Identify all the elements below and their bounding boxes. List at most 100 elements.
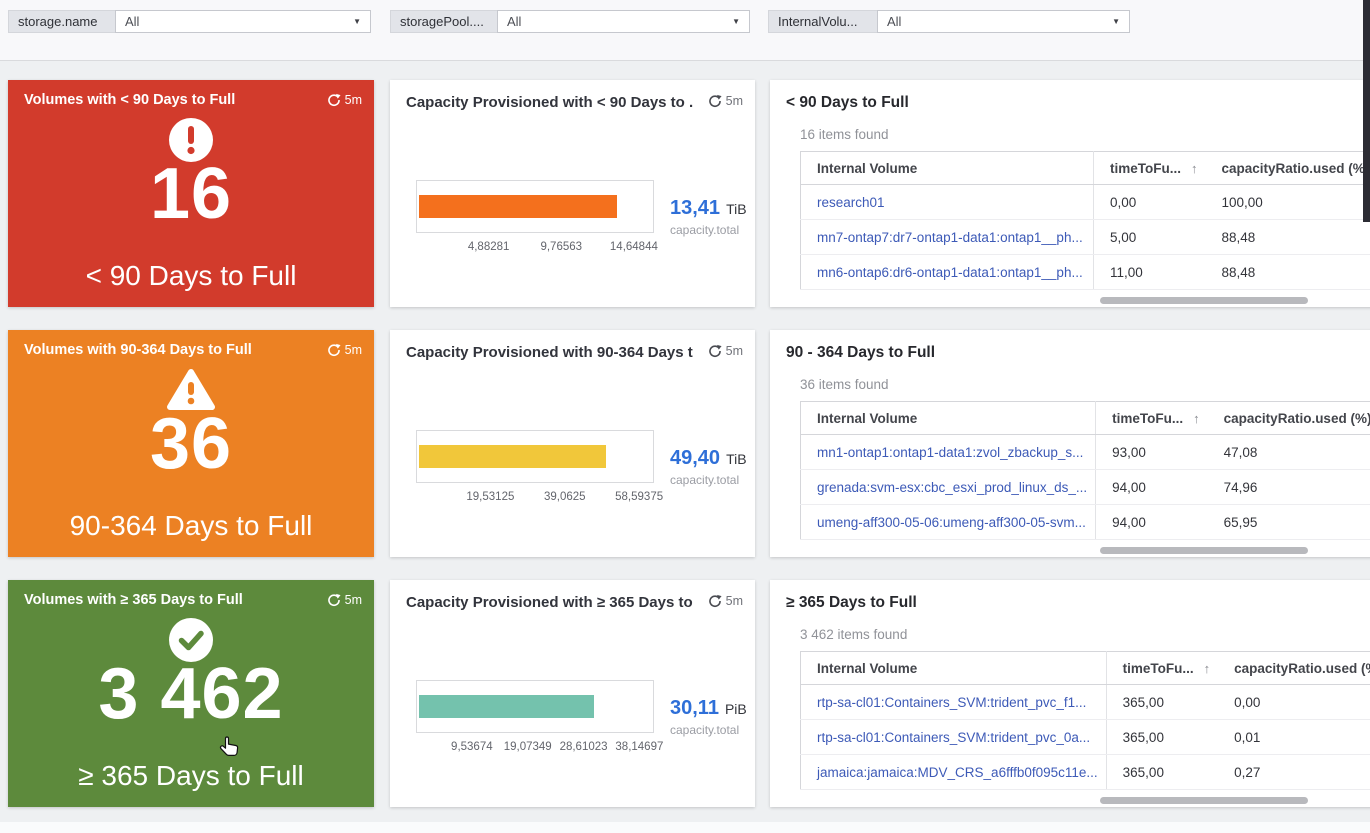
internal-volume-link[interactable]: mn1-ontap1:ontap1-data1:zvol_zbackup_s..… [800,434,1097,470]
x-axis-tick-label: 9,53674 [451,741,493,753]
page-scrollbar-thumb[interactable] [1363,0,1370,222]
table-cell: 0,01 [1218,719,1370,755]
widget-title: Capacity Provisioned with 90-364 Days t.… [406,344,693,361]
column-header-time-to-full[interactable]: timeToFu... ↑ [1093,151,1206,185]
internal-volume-link[interactable]: mn7-ontap7:dr7-ontap1-data1:ontap1__ph..… [800,219,1094,255]
refresh-icon [327,93,341,106]
refresh-button[interactable]: 5m [327,343,362,357]
internal-volume-link[interactable]: research01 [800,184,1094,220]
caret-down-icon: ▼ [1112,17,1120,26]
table-cell: 5,00 [1093,219,1206,255]
column-header-time-to-full[interactable]: timeToFu... ↑ [1106,651,1219,685]
table-hscrollbar-thumb[interactable] [1100,547,1308,554]
filter-storage-pool: storagePool.... All ▼ [390,10,750,33]
refresh-button[interactable]: 5m [708,344,743,358]
column-header-capacity-ratio[interactable]: capacityRatio.used (%) [1205,151,1370,185]
widget-title: Capacity Provisioned with ≥ 365 Days to.… [406,594,693,611]
table-card: < 90 Days to Full 16 items found Interna… [770,80,1370,307]
table-cell: 94,00 [1095,469,1208,505]
table-row: mn1-ontap1:ontap1-data1:zvol_zbackup_s..… [800,434,1370,470]
table-hscrollbar-thumb[interactable] [1100,297,1308,304]
chart-metric-label: capacity.total [670,723,740,737]
items-found-label: 36 items found [800,377,889,392]
refresh-icon [708,594,722,607]
chart-unit: PiB [724,701,747,717]
bar-chart-card: Capacity Provisioned with 90-364 Days t.… [390,330,755,557]
column-header-capacity-ratio[interactable]: capacityRatio.used (%) [1218,651,1370,685]
x-axis-tick-label: 28,61023 [559,741,608,753]
refresh-button[interactable]: 5m [708,94,743,108]
bottom-strip [0,822,1370,833]
table-cell: 100,00 [1205,184,1370,220]
filter-bar: storage.name All ▼ storagePool.... All ▼… [0,0,1370,61]
internal-volume-link[interactable]: rtp-sa-cl01:Containers_SVM:trident_pvc_f… [800,684,1107,720]
kpi-card-warning[interactable]: Volumes with 90-364 Days to Full 5m 36 9… [8,330,374,557]
internal-volume-link[interactable]: jamaica:jamaica:MDV_CRS_a6fffb0f095c11e.… [800,754,1107,790]
table-row: rtp-sa-cl01:Containers_SVM:trident_pvc_f… [800,684,1370,720]
chart-value-block: 13,41 TiB capacity.total [670,197,747,237]
mouse-cursor-pointer [219,736,239,756]
internal-volume-select[interactable]: All ▼ [877,10,1130,33]
kpi-card-ok[interactable]: Volumes with ≥ 365 Days to Full 5m 3 462… [8,580,374,807]
refresh-icon [708,344,722,357]
bar-chart-plot-area [416,180,654,233]
kpi-label: ≥ 365 Days to Full [78,760,304,791]
x-axis-tick-label: 58,59375 [615,491,664,503]
chart-value: 49,40 [670,447,721,469]
filter-value: All [125,14,140,29]
kpi-card-critical[interactable]: Volumes with < 90 Days to Full 5m 16 < 9… [8,80,374,307]
data-table: Internal Volume timeToFu... ↑ capacityRat… [800,151,1370,290]
filter-label: InternalVolu... [768,10,877,33]
chart-unit: TiB [726,201,747,217]
internal-volume-link[interactable]: mn6-ontap6:dr6-ontap1-data1:ontap1__ph..… [800,254,1094,290]
widget-title: Volumes with 90-364 Days to Full [24,342,252,358]
internal-volume-link[interactable]: umeng-aff300-05-06:umeng-aff300-05-svm..… [800,504,1097,540]
x-axis-tick-label: 19,53125 [466,491,515,503]
table-cell: 47,08 [1207,434,1370,470]
chart-metric-label: capacity.total [670,473,740,487]
filter-label: storagePool.... [390,10,497,33]
column-header-capacity-ratio[interactable]: capacityRatio.used (%) [1207,401,1370,435]
column-header-internal-volume[interactable]: Internal Volume [800,401,1097,435]
table-cell: 88,48 [1205,219,1370,255]
sort-ascending-icon: ↑ [1193,410,1200,426]
x-axis-tick-label: 39,0625 [543,491,586,503]
table-title: < 90 Days to Full [786,94,909,111]
internal-volume-link[interactable]: rtp-sa-cl01:Containers_SVM:trident_pvc_0… [800,719,1107,755]
data-table: Internal Volume timeToFu... ↑ capacityRat… [800,651,1370,790]
chart-value: 13,41 [670,197,721,219]
table-row: jamaica:jamaica:MDV_CRS_a6fffb0f095c11e.… [800,754,1370,790]
chart-value-block: 30,11 PiB capacity.total [670,697,747,737]
table-hscrollbar-thumb[interactable] [1100,797,1308,804]
refresh-button[interactable]: 5m [708,594,743,608]
table-title: ≥ 365 Days to Full [786,594,917,611]
refresh-button[interactable]: 5m [327,593,362,607]
chart-unit: TiB [726,451,747,467]
internal-volume-link[interactable]: grenada:svm-esx:cbc_esxi_prod_linux_ds_.… [800,469,1097,505]
kpi-count: 36 [149,404,233,484]
x-axis-tick-label: 4,88281 [467,241,510,253]
table-cell: 0,00 [1218,684,1370,720]
table-row: mn7-ontap7:dr7-ontap1-data1:ontap1__ph..… [800,219,1370,255]
filter-label: storage.name [8,10,115,33]
storage-name-select[interactable]: All ▼ [115,10,371,33]
column-header-time-to-full[interactable]: timeToFu... ↑ [1095,401,1208,435]
column-header-internal-volume[interactable]: Internal Volume [800,651,1107,685]
x-axis-ticks: 9,53674 19,07349 28,61023 38,14697 [416,741,663,755]
items-found-label: 16 items found [800,127,889,142]
column-header-internal-volume[interactable]: Internal Volume [800,151,1094,185]
table-row: grenada:svm-esx:cbc_esxi_prod_linux_ds_.… [800,469,1370,505]
table-cell: 88,48 [1205,254,1370,290]
filter-value: All [887,14,902,29]
chart-value: 30,11 [670,697,719,719]
table-row: research01 0,00 100,00 [800,184,1370,220]
chart-metric-label: capacity.total [670,223,740,237]
storage-pool-select[interactable]: All ▼ [497,10,750,33]
table-cell: 0,27 [1218,754,1370,790]
refresh-button[interactable]: 5m [327,93,362,107]
chart-value-block: 49,40 TiB capacity.total [670,447,747,487]
kpi-count: 3 462 [98,654,284,734]
bar-chart-card: Capacity Provisioned with ≥ 365 Days to.… [390,580,755,807]
table-cell: 93,00 [1095,434,1208,470]
table-cell: 65,95 [1207,504,1370,540]
